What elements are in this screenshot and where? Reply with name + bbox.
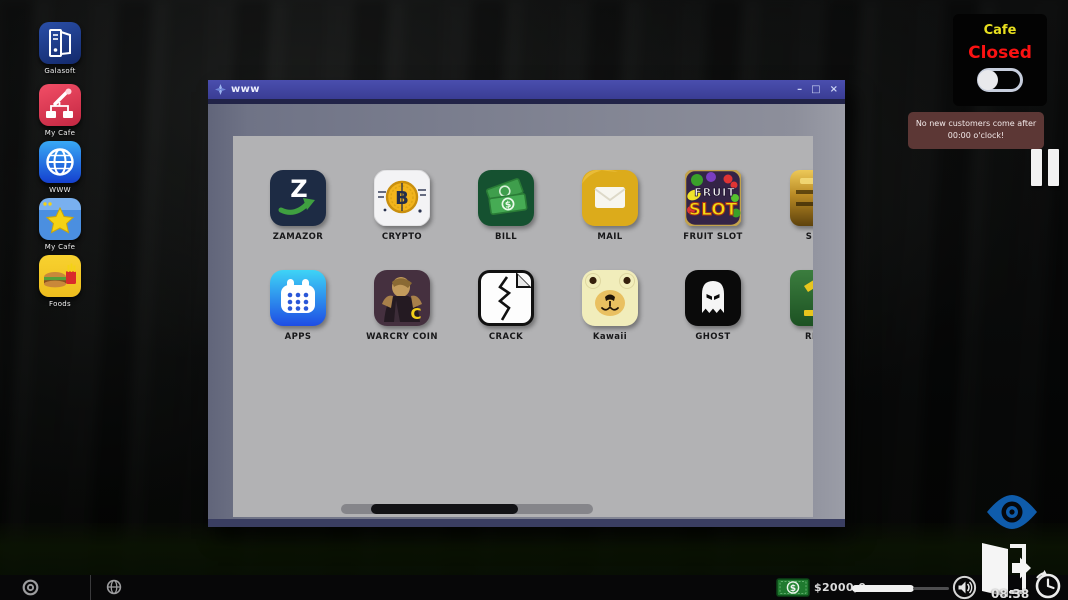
crack-icon	[478, 270, 534, 326]
app-grid: Z ZAMAZOR B	[233, 136, 813, 517]
crypto-icon: B	[374, 170, 430, 226]
maximize-icon[interactable]: □	[811, 85, 820, 95]
desktop-icon-foods[interactable]: Foods	[24, 255, 96, 308]
eye-icon	[983, 492, 1041, 532]
app-label: GHOST	[661, 332, 765, 342]
globe-small-icon	[106, 579, 122, 595]
window-controls: – □ ×	[797, 85, 838, 95]
app-kawaii[interactable]: Kawaii	[558, 270, 662, 342]
volume-slider-handle[interactable]	[852, 585, 914, 592]
app-bill[interactable]: $ BILL	[454, 170, 558, 242]
tooltip-line2: 00:00 o'clock!	[948, 131, 1004, 140]
app-label: Kawaii	[558, 332, 662, 342]
window-icon	[215, 84, 226, 95]
kawaii-bear-icon	[582, 270, 638, 326]
game-screen: Galasoft My Cafe WWW	[0, 0, 1068, 600]
app-crack[interactable]: CRACK	[454, 270, 558, 342]
app-apps[interactable]: APPS	[246, 270, 350, 342]
app-label: WARCRY COIN	[350, 332, 454, 342]
www-window: www – □ × Z ZAMAZOR	[208, 80, 845, 527]
star-window-icon	[39, 198, 81, 240]
app-zamazor[interactable]: Z ZAMAZOR	[246, 170, 350, 242]
cafe-open-toggle[interactable]	[977, 68, 1023, 92]
desktop-icon-label: Foods	[24, 300, 96, 308]
desktop-icon-label: Galasoft	[24, 67, 96, 75]
desktop-icon-my-cafe-network[interactable]: My Cafe	[24, 84, 96, 137]
cafe-title: Cafe	[953, 23, 1047, 38]
target-icon	[22, 579, 39, 596]
app-label: CRACK	[454, 332, 558, 342]
apps-grid-icon	[270, 270, 326, 326]
desktop-icon-label: My Cafe	[24, 129, 96, 137]
pc-tower-icon	[39, 22, 81, 64]
money-bill-icon: $	[776, 578, 810, 597]
pause-bar-icon	[1048, 149, 1059, 186]
app-mail[interactable]: MAIL	[558, 170, 662, 242]
window-title: www	[231, 84, 260, 95]
skin-crate-icon	[790, 170, 813, 226]
taskbar-target-button[interactable]	[22, 579, 39, 600]
window-bottom-bar	[208, 519, 845, 527]
volume-slider-track[interactable]	[913, 587, 949, 590]
svg-text:SLOT: SLOT	[689, 200, 738, 220]
cafe-tooltip: No new customers come after 00:00 o'cloc…	[908, 112, 1044, 149]
mail-icon	[582, 170, 638, 226]
app-label: MAIL	[558, 232, 662, 242]
tooltip-line1: No new customers come after	[916, 119, 1036, 128]
minimize-icon[interactable]: –	[797, 85, 802, 95]
window-frame: Z ZAMAZOR B	[208, 104, 845, 527]
toggle-knob[interactable]	[978, 70, 998, 90]
bill-icon: $	[478, 170, 534, 226]
app-ghost[interactable]: GHOST	[661, 270, 765, 342]
app-label: BILL	[454, 232, 558, 242]
svg-text:$: $	[790, 584, 796, 594]
ground-shadow	[0, 523, 1068, 575]
app-crypto[interactable]: B CRYPTO	[350, 170, 454, 242]
warcry-coin-icon: C	[374, 270, 430, 326]
horizontal-scrollbar-thumb[interactable]	[371, 504, 518, 514]
desktop-icon-label: WWW	[24, 186, 96, 194]
close-icon[interactable]: ×	[830, 85, 838, 95]
svg-text:FRUIT: FRUIT	[694, 186, 736, 199]
real-estate-icon	[790, 270, 813, 326]
desktop-icon-label: My Cafe	[24, 243, 96, 251]
eye-view-button[interactable]	[983, 492, 1041, 532]
app-label: APPS	[246, 332, 350, 342]
burger-fries-icon	[39, 255, 81, 297]
fruit-slot-icon: FRUIT SLOT	[685, 170, 741, 226]
globe-icon	[39, 141, 81, 183]
taskbar-divider	[90, 575, 91, 600]
pause-bar-icon	[1031, 149, 1042, 186]
app-label: REAL	[766, 332, 813, 342]
taskbar-globe-button[interactable]	[106, 579, 122, 599]
horizontal-scrollbar-track[interactable]	[341, 504, 593, 514]
cafe-state-closed: Closed	[953, 43, 1047, 63]
desktop-icon-my-cafe-star[interactable]: My Cafe	[24, 198, 96, 251]
app-fruit-slot[interactable]: FRUIT SLOT FRUIT SLOT	[661, 170, 765, 242]
window-titlebar[interactable]: www – □ ×	[208, 80, 845, 99]
svg-text:C: C	[410, 305, 421, 323]
desktop-icon-galasoft[interactable]: Galasoft	[24, 22, 96, 75]
app-label: SKIN	[766, 232, 813, 242]
app-skin[interactable]: SKIN	[766, 170, 813, 242]
app-warcry-coin[interactable]: C WARCRY COIN	[350, 270, 454, 342]
app-label: FRUIT SLOT	[661, 232, 765, 242]
app-real[interactable]: REAL	[766, 270, 813, 342]
ghost-icon	[685, 270, 741, 326]
desktop-icon-www[interactable]: WWW	[24, 141, 96, 194]
game-time: 08:38	[991, 587, 1029, 600]
skip-time-clock-button[interactable]	[1032, 569, 1064, 600]
app-label: ZAMAZOR	[246, 232, 350, 242]
taskbar: $ $2000,0	[0, 575, 1068, 600]
zamazor-icon: Z	[270, 170, 326, 226]
app-label: CRYPTO	[350, 232, 454, 242]
pause-button[interactable]	[1031, 149, 1059, 186]
clock-icon	[1032, 569, 1064, 600]
network-edit-icon	[39, 84, 81, 126]
cafe-status-panel: Cafe Closed	[953, 14, 1047, 106]
